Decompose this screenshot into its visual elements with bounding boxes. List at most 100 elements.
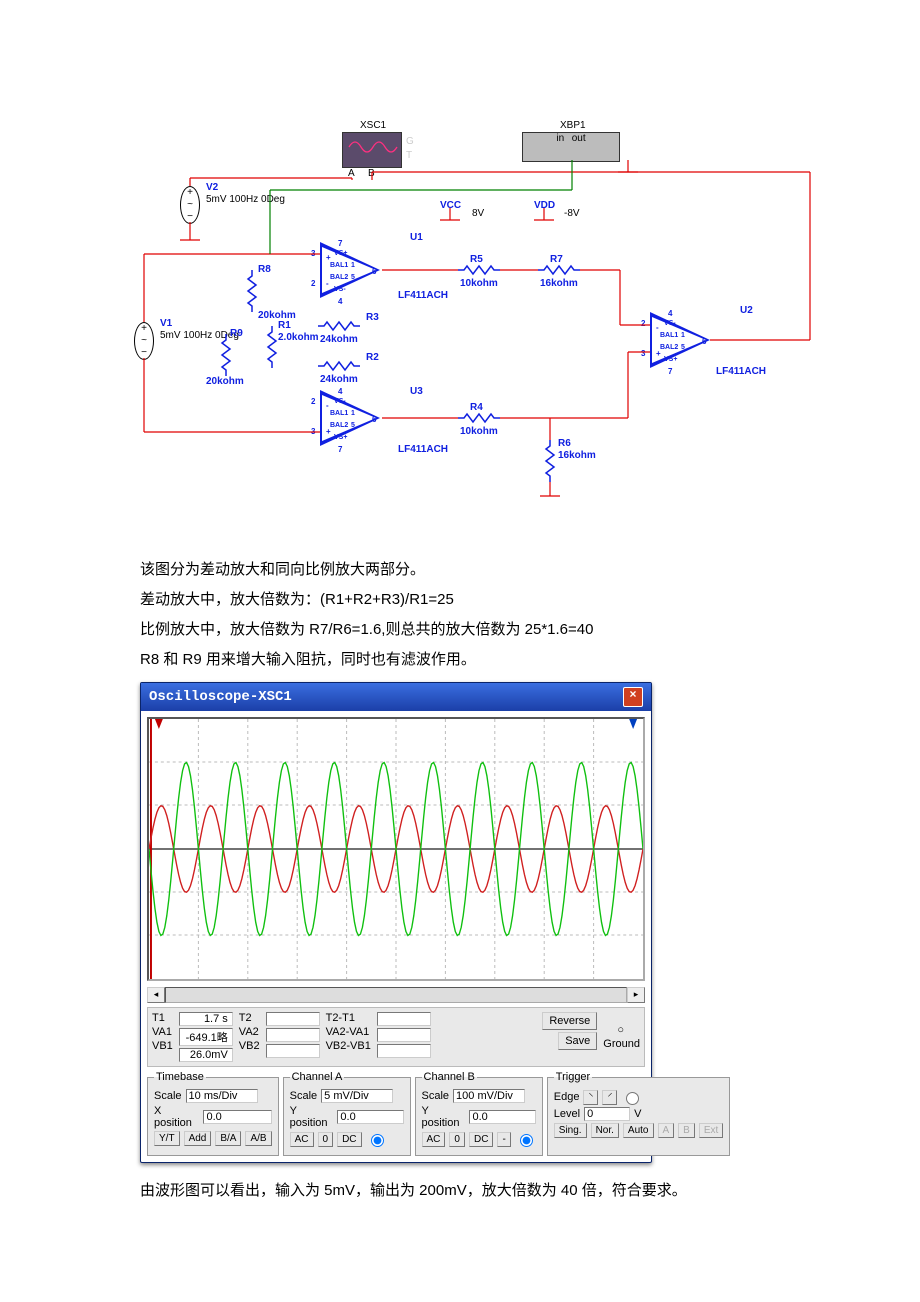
edge-falling-button[interactable]: ⸍ [602, 1090, 617, 1105]
oscilloscope-window: Oscilloscope-XSC1 × ◂ ▸ [140, 682, 652, 1163]
u3-vsn: VS- [334, 396, 346, 407]
vb2-value [266, 1044, 320, 1058]
u1-part: LF411ACH [398, 290, 448, 301]
trigger-radio[interactable] [626, 1092, 639, 1105]
ground-label: Ground [603, 1038, 640, 1050]
u2-vsp: VS+ [664, 354, 677, 365]
cha-scale-input[interactable]: 5 mV/Div [321, 1089, 393, 1103]
ba-button[interactable]: B/A [215, 1131, 241, 1146]
r7-val: 16kohm [540, 278, 578, 289]
scope-port-g: G [406, 136, 414, 147]
va2-label: VA2 [239, 1026, 260, 1038]
u1-p1: 1 [351, 260, 355, 271]
scroll-right-button[interactable]: ▸ [627, 987, 645, 1003]
explanation-line2: 差动放大中，放大倍数为：(R1+R2+R3)/R1=25 [140, 588, 780, 612]
chb-dc-button[interactable]: DC [469, 1132, 493, 1147]
timebase-xpos-input[interactable]: 0.0 [203, 1110, 271, 1124]
oscilloscope-titlebar[interactable]: Oscilloscope-XSC1 × [141, 683, 651, 711]
r7-name: R7 [550, 254, 563, 265]
va2-value [266, 1028, 320, 1042]
vdd-label: VDD [534, 200, 555, 211]
u1-p4: 4 [338, 296, 342, 307]
scroll-left-button[interactable]: ◂ [147, 987, 165, 1003]
dt-label: T2-T1 [326, 1012, 371, 1024]
bode-plotter-instrument: in out [522, 132, 620, 162]
auto-button[interactable]: Auto [623, 1123, 654, 1138]
va1-value: -649.1略 [179, 1028, 233, 1046]
reverse-button[interactable]: Reverse [542, 1012, 597, 1030]
dt-value [377, 1012, 431, 1026]
timebase-scale-input[interactable]: 10 ms/Div [186, 1089, 258, 1103]
scroll-track[interactable] [165, 987, 627, 1003]
explanation-line4: R8 和 R9 用来增大输入阻抗，同时也有滤波作用。 [140, 648, 780, 672]
trig-ext-button[interactable]: Ext [699, 1123, 723, 1138]
edge-rising-button[interactable]: ⸌ [583, 1090, 598, 1105]
u2-p1: 1 [681, 330, 685, 341]
r5-val: 10kohm [460, 278, 498, 289]
cha-ypos-input[interactable]: 0.0 [337, 1110, 403, 1124]
u3-vsp: VS+ [334, 432, 347, 443]
explanation-line1: 该图分为差动放大和同向比例放大两部分。 [140, 558, 780, 582]
t2-label: T2 [239, 1012, 260, 1024]
cha-ac-button[interactable]: AC [290, 1132, 314, 1147]
level-input[interactable]: 0 [584, 1107, 630, 1121]
sing-button[interactable]: Sing. [554, 1123, 587, 1138]
u3-name: U3 [410, 386, 423, 397]
u1-p6: 6 [372, 266, 376, 277]
u3-part: LF411ACH [398, 444, 448, 455]
add-button[interactable]: Add [184, 1131, 212, 1146]
r5-name: R5 [470, 254, 483, 265]
save-button[interactable]: Save [558, 1032, 597, 1050]
chb-color-radio[interactable] [520, 1134, 533, 1147]
u3-pin3: 3 [311, 426, 315, 437]
channel-a-group: Channel A Scale 5 mV/Div Y position 0.0 … [283, 1071, 411, 1156]
t2-value [266, 1012, 320, 1026]
scope-port-a: A [348, 168, 355, 179]
u1-minus: - [326, 278, 329, 289]
vcc-value: 8V [472, 208, 484, 219]
nor-button[interactable]: Nor. [591, 1123, 619, 1138]
trig-b-button[interactable]: B [678, 1123, 695, 1138]
dva-value [377, 1028, 431, 1042]
chb-ac-button[interactable]: AC [422, 1132, 446, 1147]
chb-minus-button[interactable]: - [497, 1132, 510, 1147]
chb-scale-input[interactable]: 100 mV/Div [453, 1089, 525, 1103]
ab-button[interactable]: A/B [245, 1131, 271, 1146]
u2-p4: 4 [668, 308, 672, 319]
level-label: Level [554, 1108, 580, 1120]
cha-0-button[interactable]: 0 [318, 1132, 334, 1147]
u3-p7: 7 [338, 444, 342, 455]
u1-bal2: BAL2 [330, 272, 348, 283]
level-unit: V [634, 1108, 641, 1120]
trig-a-button[interactable]: A [658, 1123, 675, 1138]
r1-name: R1 [278, 320, 291, 331]
chb-0-button[interactable]: 0 [449, 1132, 465, 1147]
ground-radio[interactable] [617, 1024, 626, 1036]
u2-pin3: 3 [641, 348, 645, 359]
dvb-value [377, 1044, 431, 1058]
yt-button[interactable]: Y/T [154, 1131, 180, 1146]
chb-ypos-input[interactable]: 0.0 [469, 1110, 535, 1124]
u1-p5: 5 [351, 272, 355, 283]
timebase-scale-label: Scale [154, 1090, 182, 1102]
cha-dc-button[interactable]: DC [337, 1132, 361, 1147]
u2-vsn: VS- [664, 318, 676, 329]
vb1-label: VB1 [152, 1040, 173, 1052]
scope-scrollbar[interactable]: ◂ ▸ [147, 987, 645, 1003]
chb-scale-label: Scale [422, 1090, 450, 1102]
u2-bal2: BAL2 [660, 342, 678, 353]
cha-ypos-label: Y position [290, 1105, 334, 1129]
ac-source-v1: +~− [134, 322, 154, 360]
v2-spec: 5mV 100Hz 0Deg [206, 194, 285, 205]
u2-p6: 6 [702, 336, 706, 347]
close-icon[interactable]: × [623, 687, 643, 707]
u2-plus: + [656, 348, 661, 359]
u2-bal1: BAL1 [660, 330, 678, 341]
t1-label: T1 [152, 1012, 173, 1024]
timebase-xpos-label: X position [154, 1105, 199, 1129]
u3-plus: + [326, 426, 331, 437]
trigger-legend: Trigger [554, 1071, 592, 1083]
r1-val: 2.0kohm [278, 332, 319, 343]
cha-color-radio[interactable] [371, 1134, 384, 1147]
timebase-group: Timebase Scale 10 ms/Div X position 0.0 … [147, 1071, 279, 1156]
